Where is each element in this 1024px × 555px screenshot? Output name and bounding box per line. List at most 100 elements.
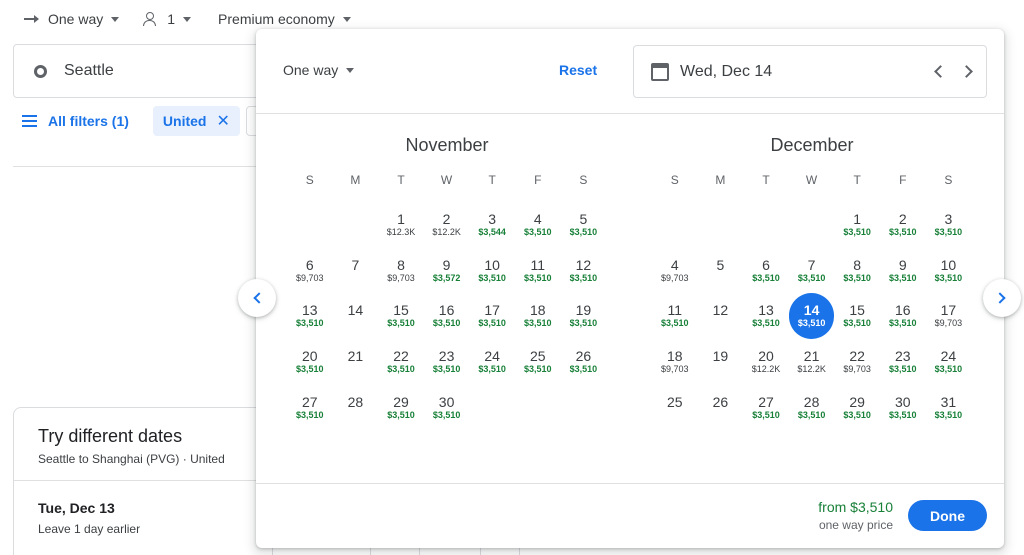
day-cell[interactable]: 8 $3,510 bbox=[834, 248, 880, 294]
day-cell[interactable]: 10 $3,510 bbox=[926, 248, 972, 294]
weekday-label: W bbox=[805, 173, 818, 187]
lowest-price: from $3,510 bbox=[818, 499, 893, 515]
day-cell[interactable]: 26 bbox=[698, 384, 744, 430]
day-price: $3,510 bbox=[752, 409, 780, 420]
day-cell[interactable]: 24 $3,510 bbox=[926, 339, 972, 385]
flights-page: One way 1 Premium economy Seattle All fi… bbox=[0, 0, 1024, 555]
day-cell[interactable]: 1 $3,510 bbox=[834, 202, 880, 248]
day-cell[interactable]: 2 $12.2K bbox=[424, 202, 470, 248]
day-number: 30 bbox=[894, 393, 911, 410]
day-cell[interactable]: 15 $3,510 bbox=[834, 293, 880, 339]
day-cell[interactable]: 4 $9,703 bbox=[652, 248, 698, 294]
day-cell[interactable]: 29 $3,510 bbox=[834, 384, 880, 430]
done-button[interactable]: Done bbox=[908, 500, 987, 531]
day-cell[interactable]: 9 $3,510 bbox=[880, 248, 926, 294]
day-cell[interactable]: 31 $3,510 bbox=[926, 384, 972, 430]
day-cell[interactable]: 13 $3,510 bbox=[743, 293, 789, 339]
trip-type-dropdown[interactable]: One way bbox=[24, 11, 120, 27]
close-icon[interactable]: ✕ bbox=[216, 111, 229, 131]
day-cell[interactable]: 7 bbox=[333, 248, 379, 294]
dialog-trip-type-dropdown[interactable]: One way bbox=[283, 62, 355, 78]
weekday-label: F bbox=[534, 173, 542, 187]
day-cell[interactable]: 9 $3,572 bbox=[424, 248, 470, 294]
day-cell[interactable]: 21 bbox=[333, 339, 379, 385]
day-cell[interactable]: 13 $3,510 bbox=[287, 293, 333, 339]
day-cell[interactable]: 20 $12.2K bbox=[743, 339, 789, 385]
day-cell[interactable]: 23 $3,510 bbox=[880, 339, 926, 385]
day-cell[interactable]: 12 bbox=[698, 293, 744, 339]
day-cell[interactable]: 22 $9,703 bbox=[834, 339, 880, 385]
day-cell[interactable]: 19 $3,510 bbox=[561, 293, 607, 339]
day-cell[interactable]: 27 $3,510 bbox=[287, 384, 333, 430]
airline-filter-chip[interactable]: United ✕ bbox=[152, 106, 240, 136]
day-price: $9,703 bbox=[934, 318, 963, 329]
day-cell[interactable]: 8 $9,703 bbox=[378, 248, 424, 294]
day-cell[interactable]: 6 $3,510 bbox=[743, 248, 789, 294]
reset-button[interactable]: Reset bbox=[559, 62, 597, 78]
day-cell[interactable]: 2 $3,510 bbox=[880, 202, 926, 248]
passengers-dropdown[interactable]: 1 bbox=[143, 11, 192, 27]
day-cell[interactable]: 28 $3,510 bbox=[789, 384, 835, 430]
departure-date-field[interactable]: Wed, Dec 14 bbox=[633, 45, 987, 98]
day-cell[interactable]: 18 $3,510 bbox=[515, 293, 561, 339]
day-cell[interactable]: 28 bbox=[333, 384, 379, 430]
day-cell[interactable]: 11 $3,510 bbox=[652, 293, 698, 339]
day-cell[interactable]: 25 bbox=[652, 384, 698, 430]
day-number: 27 bbox=[758, 393, 774, 410]
day-cell[interactable]: 22 $3,510 bbox=[378, 339, 424, 385]
all-filters-button[interactable]: All filters (1) bbox=[22, 113, 129, 129]
day-cell[interactable]: 17 $9,703 bbox=[926, 293, 972, 339]
day-cell[interactable]: 3 $3,544 bbox=[469, 202, 515, 248]
day-cell[interactable]: 27 $3,510 bbox=[743, 384, 789, 430]
day-cell[interactable]: 17 $3,510 bbox=[469, 293, 515, 339]
arrow-right-icon bbox=[24, 15, 39, 23]
divider bbox=[256, 113, 1004, 114]
day-cell[interactable]: 23 $3,510 bbox=[424, 339, 470, 385]
previous-day-button[interactable] bbox=[923, 57, 953, 87]
day-cell[interactable]: 5 bbox=[698, 248, 744, 294]
weekday-label: M bbox=[715, 173, 726, 187]
day-price: $3,510 bbox=[889, 318, 917, 329]
day-cell[interactable]: 1 $12.3K bbox=[378, 202, 424, 248]
day-cell[interactable]: 5 $3,510 bbox=[561, 202, 607, 248]
day-cell[interactable]: 16 $3,510 bbox=[880, 293, 926, 339]
day-cell[interactable]: 14 bbox=[333, 293, 379, 339]
day-cell[interactable]: 4 $3,510 bbox=[515, 202, 561, 248]
day-cell[interactable]: 29 $3,510 bbox=[378, 384, 424, 430]
day-price: $3,510 bbox=[752, 318, 780, 329]
month-title: December bbox=[770, 135, 854, 155]
day-price: $3,510 bbox=[296, 318, 324, 329]
day-cell[interactable]: 11 $3,510 bbox=[515, 248, 561, 294]
day-number: 6 bbox=[305, 256, 314, 273]
alternate-date[interactable]: Tue, Dec 13 bbox=[38, 500, 115, 516]
day-cell[interactable]: 30 $3,510 bbox=[880, 384, 926, 430]
day-cell[interactable]: 19 bbox=[698, 339, 744, 385]
day-cell[interactable]: 20 $3,510 bbox=[287, 339, 333, 385]
weekday-label: T bbox=[853, 173, 861, 187]
day-cell[interactable]: 6 $9,703 bbox=[287, 248, 333, 294]
next-month-button[interactable] bbox=[983, 279, 1021, 317]
previous-month-button[interactable] bbox=[238, 279, 276, 317]
day-cell[interactable]: 30 $3,510 bbox=[424, 384, 470, 430]
day-price: $3,510 bbox=[934, 272, 963, 283]
day-cell[interactable]: 3 $3,510 bbox=[926, 202, 972, 248]
day-cell[interactable]: 25 $3,510 bbox=[515, 339, 561, 385]
day-cell[interactable]: 7 $3,510 bbox=[789, 248, 835, 294]
day-cell[interactable]: 18 $9,703 bbox=[652, 339, 698, 385]
day-cell[interactable]: 12 $3,510 bbox=[561, 248, 607, 294]
day-cell[interactable]: 10 $3,510 bbox=[469, 248, 515, 294]
day-cell[interactable]: 15 $3,510 bbox=[378, 293, 424, 339]
day-cell[interactable]: 16 $3,510 bbox=[424, 293, 470, 339]
origin-input[interactable]: Seattle bbox=[13, 44, 273, 98]
person-icon bbox=[143, 12, 157, 26]
day-cell[interactable]: 21 $12.2K bbox=[789, 339, 835, 385]
selected-day-cell[interactable]: 14 $3,510 bbox=[788, 293, 835, 339]
day-price: $3,510 bbox=[296, 409, 324, 420]
cabin-class-dropdown[interactable]: Premium economy bbox=[218, 11, 351, 27]
day-cell[interactable]: 26 $3,510 bbox=[561, 339, 607, 385]
day-number: 8 bbox=[853, 256, 862, 273]
day-price: $3,510 bbox=[934, 409, 963, 420]
day-price: $3,510 bbox=[889, 409, 917, 420]
day-cell[interactable]: 24 $3,510 bbox=[469, 339, 515, 385]
next-day-button[interactable] bbox=[953, 57, 983, 87]
